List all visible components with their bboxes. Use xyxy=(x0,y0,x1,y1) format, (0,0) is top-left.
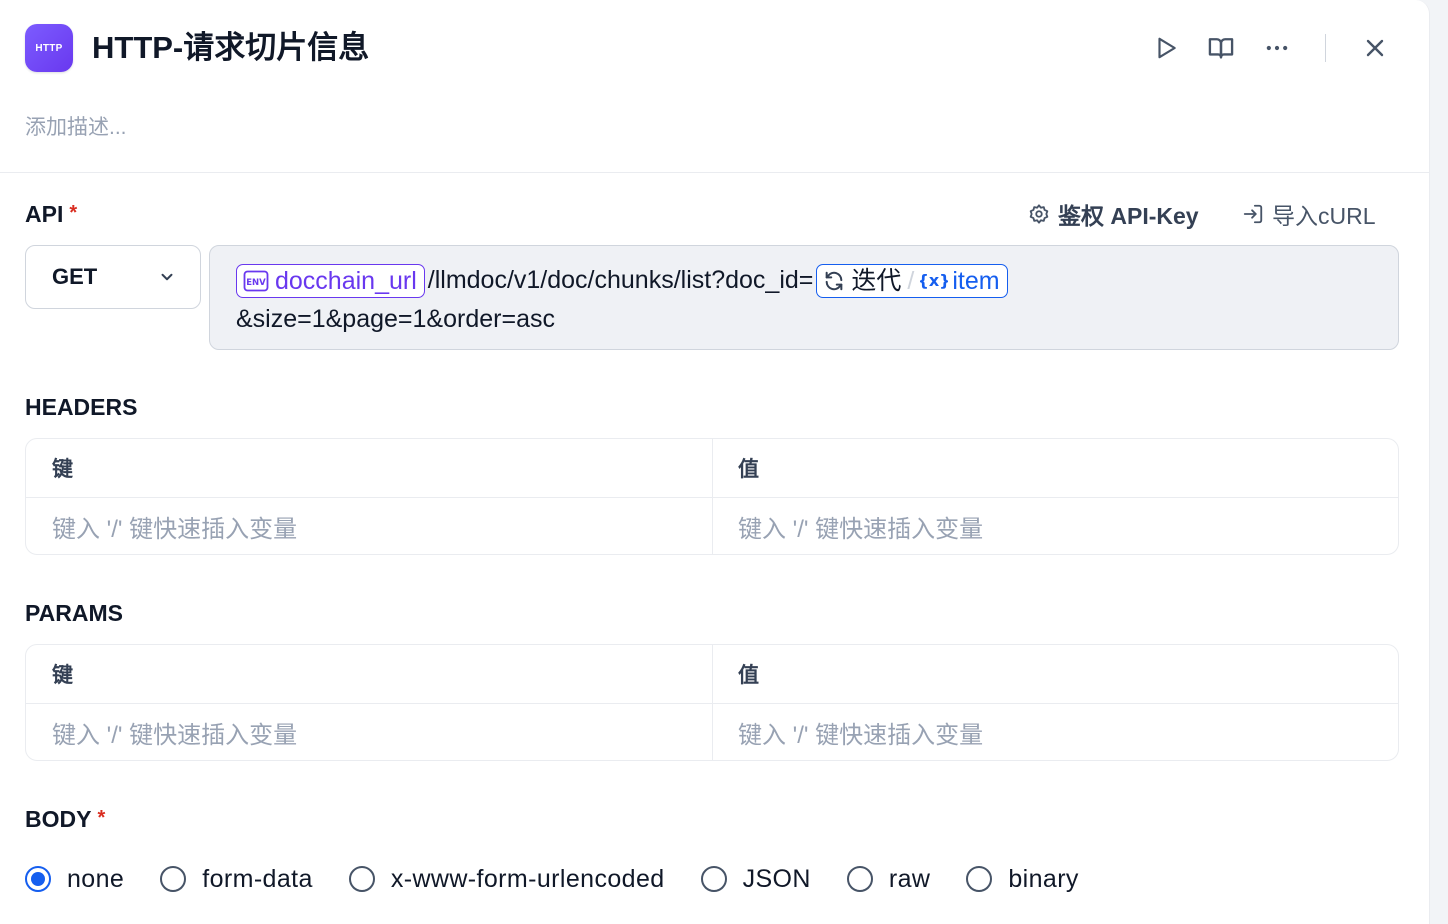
url-line-1: ENV docchain_url /llmdoc/v1/doc/chunks/l… xyxy=(236,261,1372,300)
radio-dot xyxy=(31,872,45,886)
http-node-panel: HTTP HTTP-请求切片信息 添加描述... API * 鉴权 API-Key… xyxy=(0,0,1430,924)
required-mark: * xyxy=(97,807,106,829)
radio-label: none xyxy=(67,864,125,893)
value-column-header: 值 xyxy=(712,645,1398,703)
body-type-binary[interactable]: binary xyxy=(966,865,1079,894)
params-table: 键 值 键入 '/' 键快速插入变量 键入 '/' 键快速插入变量 xyxy=(25,644,1399,761)
close-icon xyxy=(1366,39,1384,57)
header-separator xyxy=(0,172,1429,173)
param-value-input[interactable]: 键入 '/' 键快速插入变量 xyxy=(712,704,1398,760)
auth-button[interactable]: 鉴权 API-Key xyxy=(1028,198,1199,230)
import-curl-button[interactable]: 导入cURL xyxy=(1242,198,1376,230)
body-label: BODY xyxy=(25,806,92,832)
value-column-header: 值 xyxy=(712,439,1398,497)
method-value: GET xyxy=(52,264,98,289)
header-divider xyxy=(1325,34,1326,62)
table-header-row: 键 值 xyxy=(26,645,1398,703)
book-icon xyxy=(1208,38,1234,59)
radio-label: form-data xyxy=(202,864,313,893)
http-node-icon: HTTP xyxy=(25,24,73,72)
header-key-input[interactable]: 键入 '/' 键快速插入变量 xyxy=(26,498,712,554)
body-type-radio-group: none form-data x-www-form-urlencoded JSO… xyxy=(25,858,1115,900)
radio-button[interactable] xyxy=(966,866,993,892)
body-type-form-data[interactable]: form-data xyxy=(160,865,313,894)
run-button[interactable] xyxy=(1146,28,1186,68)
radio-button[interactable] xyxy=(846,866,873,892)
radio-button[interactable] xyxy=(700,866,727,892)
more-icon xyxy=(1266,45,1288,51)
loop-icon xyxy=(826,271,843,290)
auth-label: 鉴权 API-Key xyxy=(1058,203,1199,229)
radio-label: raw xyxy=(888,864,931,893)
panel-header: HTTP HTTP-请求切片信息 xyxy=(0,0,1429,96)
import-label: 导入cURL xyxy=(1272,203,1376,229)
body-type-none[interactable]: none xyxy=(25,865,124,894)
svg-text:{x}: {x} xyxy=(920,271,948,290)
svg-text:ENV: ENV xyxy=(246,278,266,288)
docs-button[interactable] xyxy=(1201,28,1241,68)
more-button[interactable] xyxy=(1257,28,1297,68)
radio-label: JSON xyxy=(742,864,811,893)
radio-button[interactable] xyxy=(348,866,375,892)
env-variable-name: docchain_url xyxy=(275,266,417,295)
required-mark: * xyxy=(69,202,78,224)
url-line-2: &size=1&page=1&order=asc xyxy=(236,300,1372,339)
url-path: /llmdoc/v1/doc/chunks/list?doc_id= xyxy=(427,266,814,294)
api-section-label: API * xyxy=(25,198,77,232)
gear-icon xyxy=(1029,204,1049,224)
body-type-x-www-form-urlencoded[interactable]: x-www-form-urlencoded xyxy=(348,864,665,894)
env-variable-chip[interactable]: ENV docchain_url xyxy=(236,263,425,298)
table-row: 键入 '/' 键快速插入变量 键入 '/' 键快速插入变量 xyxy=(26,703,1398,760)
chevron-down-icon xyxy=(161,273,173,281)
body-type-raw[interactable]: raw xyxy=(846,864,931,894)
description-input[interactable]: 添加描述... xyxy=(25,112,127,144)
headers-table: 键 值 键入 '/' 键快速插入变量 键入 '/' 键快速插入变量 xyxy=(25,438,1399,555)
node-title[interactable]: HTTP-请求切片信息 xyxy=(92,27,369,69)
header-value-input[interactable]: 键入 '/' 键快速插入变量 xyxy=(712,498,1398,554)
method-select[interactable]: GET xyxy=(25,245,201,309)
node-badge-text: HTTP xyxy=(35,42,63,54)
env-icon: ENV xyxy=(243,270,269,291)
radio-button[interactable] xyxy=(160,866,187,892)
radio-label: binary xyxy=(1008,864,1079,893)
api-label: API xyxy=(25,201,64,227)
close-button[interactable] xyxy=(1355,28,1395,68)
loop-variable-name: item xyxy=(952,266,1000,295)
url-suffix: &size=1&page=1&order=asc xyxy=(236,305,555,333)
body-section-label: BODY * xyxy=(25,803,105,837)
chip-separator: / xyxy=(907,266,915,295)
body-type-json[interactable]: JSON xyxy=(700,864,811,894)
table-row: 键入 '/' 键快速插入变量 键入 '/' 键快速插入变量 xyxy=(26,497,1398,554)
table-header-row: 键 值 xyxy=(26,439,1398,497)
import-icon xyxy=(1243,204,1263,224)
headers-section-label: HEADERS xyxy=(25,394,138,420)
variable-icon: {x} xyxy=(920,271,948,290)
params-section-label: PARAMS xyxy=(25,600,123,626)
url-input[interactable]: ENV docchain_url /llmdoc/v1/doc/chunks/l… xyxy=(209,245,1399,350)
param-key-input[interactable]: 键入 '/' 键快速插入变量 xyxy=(26,704,712,760)
loop-variable-chip[interactable]: 迭代 / {x} item xyxy=(816,263,1008,298)
key-column-header: 键 xyxy=(52,458,73,481)
loop-node-name: 迭代 xyxy=(851,266,902,295)
radio-button[interactable] xyxy=(25,866,51,892)
radio-label: x-www-form-urlencoded xyxy=(390,864,665,893)
play-icon xyxy=(1158,37,1176,59)
key-column-header: 键 xyxy=(52,664,73,687)
